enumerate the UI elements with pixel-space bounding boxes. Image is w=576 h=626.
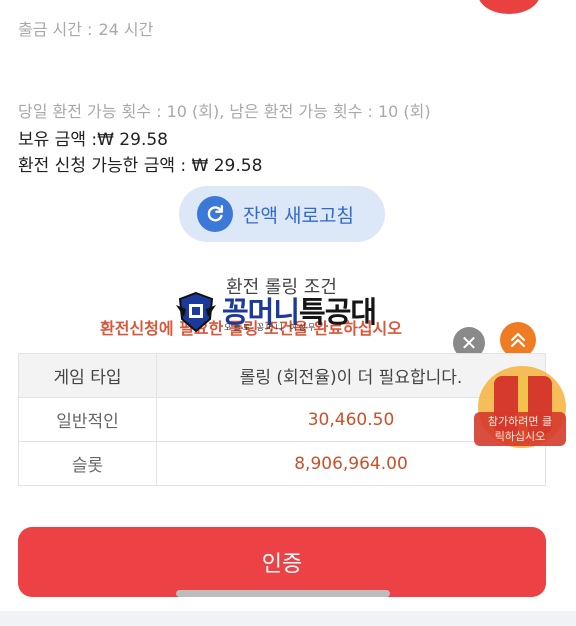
verify-button[interactable]: 인증: [18, 527, 546, 597]
top-floating-button[interactable]: [478, 0, 540, 14]
close-icon: ✕: [460, 331, 478, 355]
column-header-game-type: 게임 타입: [18, 353, 157, 398]
withdraw-time-value: 24 시간: [98, 20, 154, 39]
table-row: 슬롯 8,906,964.00: [18, 441, 546, 486]
shield-logo-icon: [176, 291, 216, 333]
gift-label-line2: 릭하십시오: [494, 430, 546, 443]
bottom-bar: [0, 611, 576, 626]
game-type-cell: 슬롯: [18, 441, 157, 486]
gift-label-line1: 참가하려면 클: [487, 415, 553, 428]
available-amount: 환전 신청 가능한 금액 : ₩ 29.58: [18, 156, 263, 176]
home-indicator: [176, 590, 390, 597]
watermark-slogan: 오늘도 꽁머니 이상무: [224, 323, 318, 332]
rolling-table: 게임 타입 롤링 (회전율)이 더 필요합니다. 일반적인 30,460.50 …: [18, 353, 546, 486]
table-header-row: 게임 타입 롤링 (회전율)이 더 필요합니다.: [18, 353, 546, 398]
table-row: 일반적인 30,460.50: [18, 397, 546, 442]
site-watermark: 꽁머니특공대 오늘도 꽁머니 이상무: [174, 289, 406, 335]
withdraw-count-limits: 당일 환전 가능 횟수 : 10 (회), 남은 환전 가능 횟수 : 10 (…: [18, 102, 431, 121]
game-type-cell: 일반적인: [18, 397, 157, 442]
refresh-balance-button[interactable]: 잔액 새로고침: [179, 186, 385, 242]
withdraw-time-label: 출금 시간 :: [18, 20, 93, 39]
refresh-balance-label: 잔액 새로고침: [243, 204, 354, 227]
withdraw-time: 출금 시간 : 24 시간: [18, 16, 153, 40]
balance-amount: 보유 금액 :₩ 29.58: [18, 130, 168, 150]
double-chevron-up-icon: [510, 332, 526, 348]
gift-event-popup[interactable]: 참가하려면 클 릭하십시오: [472, 366, 572, 452]
refresh-icon: [197, 196, 233, 232]
gift-label: 참가하려면 클 릭하십시오: [474, 412, 566, 446]
